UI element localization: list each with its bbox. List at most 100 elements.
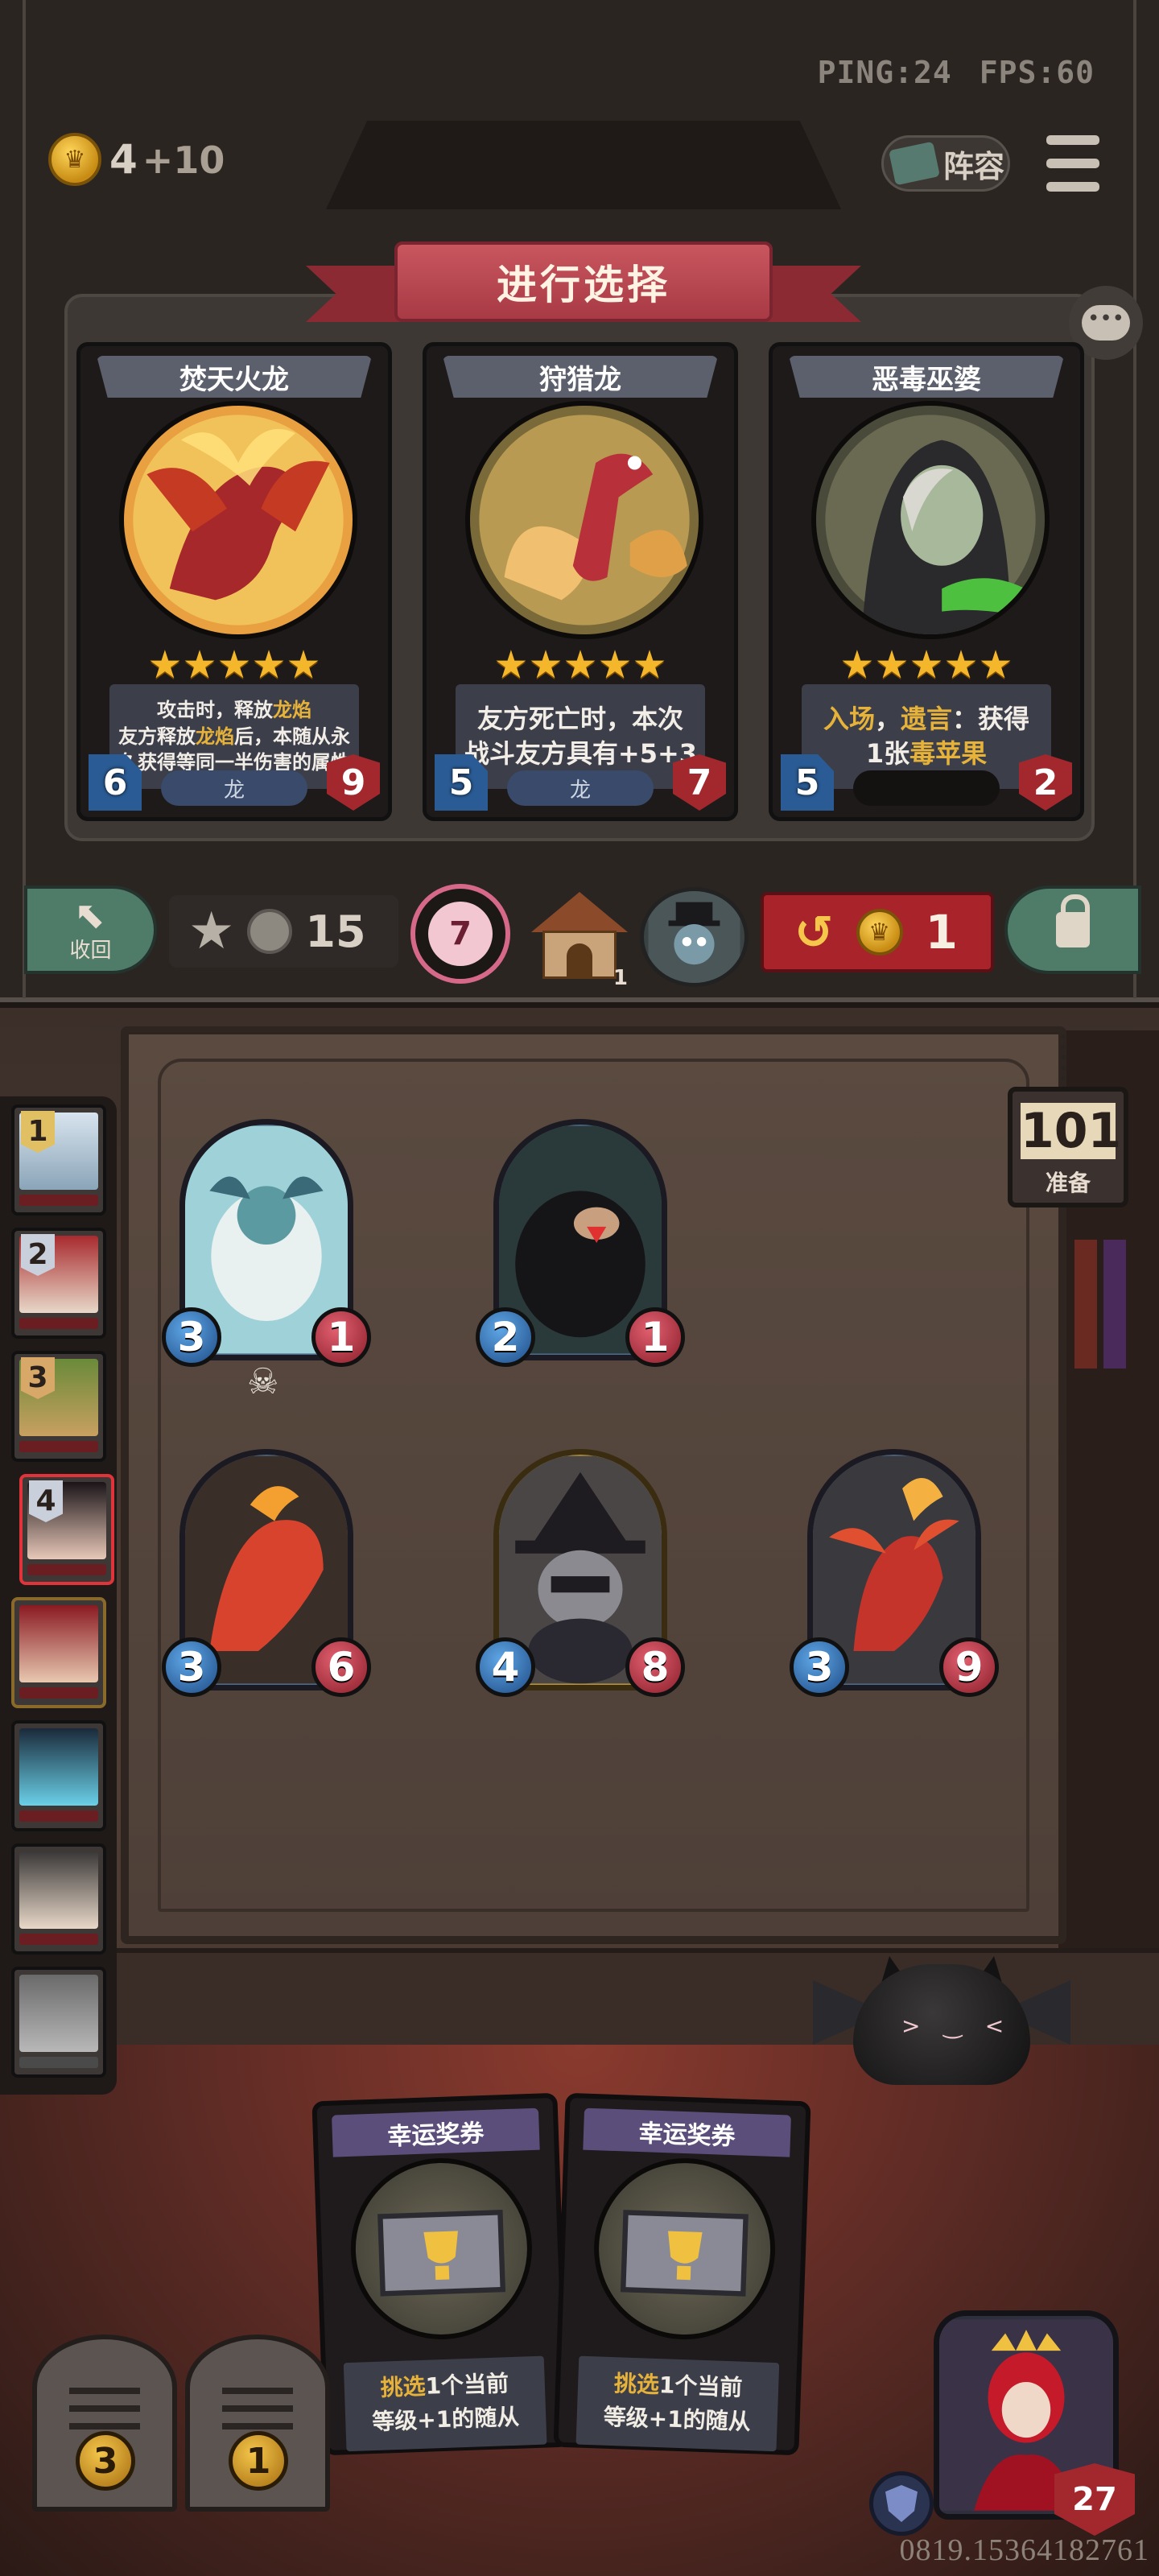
menu-line — [1046, 159, 1099, 168]
opponent-slot-6[interactable] — [11, 1720, 106, 1831]
desc-text: 友方释放 — [118, 724, 196, 748]
book-icon — [889, 141, 940, 186]
card-health: 7 — [673, 754, 726, 811]
chain-decor — [1061, 1034, 1075, 1091]
minion-raccoon-wizard-golden[interactable]: 4 8 — [476, 1449, 685, 1697]
opponent-health-bar — [19, 1934, 98, 1945]
hand-card-lucky-ticket[interactable]: 幸运奖券 挑选1个当前 等级+1的随从 — [311, 2092, 570, 2456]
choice-card-wicked-witch[interactable]: 恶毒巫婆 ★★★★★ 入场，遗言：获得 1张毒苹果 5 2 — [769, 342, 1084, 821]
recall-button[interactable]: ⬅ 收回 — [24, 886, 157, 974]
card-tribe — [853, 770, 1000, 806]
desc-text: 1张 — [865, 738, 910, 769]
house-button[interactable]: 1 — [531, 892, 628, 990]
minion-flame-dragon[interactable]: 3 9 — [790, 1449, 999, 1697]
upgrade-cost: 15 — [305, 906, 366, 957]
opponent-health-bar — [19, 1441, 98, 1452]
hand-card-text: 挑选1个当前 等级+1的随从 — [343, 2355, 547, 2452]
chest-slot — [222, 2388, 293, 2394]
round-timer: 101 准备 — [1008, 1087, 1128, 1208]
hero-power-button[interactable] — [640, 887, 749, 987]
opponent-slot-3[interactable]: 3 — [11, 1351, 106, 1462]
hunting-dragon-portrait — [465, 401, 703, 639]
hand-text-line: 1个当前 — [425, 2370, 509, 2400]
house-door-icon — [567, 943, 592, 979]
rank-badge: 1 — [21, 1111, 55, 1153]
hand-card-text: 挑选1个当前 等级+1的随从 — [575, 2355, 780, 2452]
opponent-slot-4[interactable]: 4 — [19, 1474, 114, 1585]
shop-header-tab — [326, 121, 841, 209]
desc-text: 友方死亡时，本次 — [476, 703, 683, 734]
choice-card-hunting-dragon[interactable]: 狩猎龙 ★★★★★ 友方死亡时，本次 战斗友方具有+5+3 龙 5 7 — [423, 342, 738, 821]
card-tribe: 龙 — [161, 770, 307, 806]
chest-left[interactable]: 3 — [32, 2334, 177, 2512]
opponent-slot-5[interactable] — [11, 1597, 106, 1708]
keyword-battlecry: 入场 — [823, 703, 875, 734]
keyword-pick: 挑选 — [613, 2370, 660, 2399]
card-name: 狩猎龙 — [443, 356, 718, 398]
pet-slime[interactable]: > ‿ < — [813, 1948, 1070, 2085]
refresh-cost: 1 — [925, 905, 958, 960]
minion-health: 1 — [625, 1307, 685, 1367]
opponent-slot-1[interactable]: 1 — [11, 1104, 106, 1216]
hand-card-title: 幸运奖券 — [583, 2107, 791, 2157]
book-decor — [1103, 1240, 1126, 1368]
menu-button[interactable] — [1046, 135, 1099, 192]
keyword-deathrattle: 遗言 — [901, 703, 953, 734]
hand-text-line: 等级+1的随从 — [371, 2403, 520, 2436]
tavern-upgrade-button[interactable]: ★ 15 — [169, 895, 398, 968]
rank-badge: 2 — [21, 1234, 55, 1276]
chat-icon — [1082, 305, 1130, 341]
gold-coin-icon: ♛ — [48, 133, 101, 186]
lock-shop-button[interactable] — [1004, 886, 1141, 974]
choice-banner: 进行选择 — [306, 242, 861, 330]
chest-right[interactable]: 1 — [185, 2334, 330, 2512]
silver-coin-icon — [247, 909, 293, 954]
lineup-label: 阵容 — [943, 148, 1005, 184]
hand-card-lucky-ticket[interactable]: 幸运奖券 挑选1个当前 等级+1的随从 — [553, 2092, 811, 2456]
tavern-tier-badge: 7 — [410, 884, 510, 984]
minion-health: 9 — [939, 1637, 999, 1697]
desc-text: ：获得 — [952, 703, 1030, 734]
arrow-icon: ⬅ — [64, 888, 118, 942]
hand-card-title: 幸运奖券 — [332, 2107, 540, 2157]
desc-text: 后，本随从永 — [234, 724, 350, 748]
choice-title: 进行选择 — [394, 242, 773, 322]
keyword-poison-apple: 毒苹果 — [909, 738, 988, 769]
card-attack: 5 — [781, 754, 834, 811]
card-stars: ★★★★★ — [839, 642, 1013, 687]
hand-text-line: 1个当前 — [658, 2372, 743, 2401]
lineup-button[interactable]: 阵容 — [881, 135, 1010, 192]
slime-face: > ‿ < — [901, 2013, 1013, 2039]
card-tribe: 龙 — [507, 770, 654, 806]
card-name: 恶毒巫婆 — [789, 356, 1064, 398]
menu-line — [1046, 135, 1099, 145]
ping-readout: PING:24 — [817, 55, 952, 90]
opponent-slot-2[interactable]: 2 — [11, 1228, 106, 1339]
player-health: 27 — [1054, 2463, 1135, 2536]
player-hero-portrait[interactable]: 27 — [934, 2294, 1135, 2536]
minion-red-dragon[interactable]: 3 6 — [162, 1449, 371, 1697]
card-stars: ★★★★★ — [493, 642, 667, 687]
opponent-avatar — [19, 1975, 98, 2052]
opponent-health-bar — [19, 2057, 98, 2068]
card-stars: ★★★★★ — [147, 642, 321, 687]
gold-coin-icon: ♛ — [856, 909, 903, 956]
keyword-dragonflame: 龙焰 — [196, 724, 234, 748]
timer-label: 准备 — [1045, 1170, 1091, 1196]
fps-readout: FPS:60 — [979, 55, 1095, 90]
desc-text: 战斗友方具有+5+3 — [463, 738, 698, 769]
card-health: 9 — [327, 754, 380, 811]
refresh-shop-button[interactable]: ↺ ♛ 1 — [761, 892, 994, 972]
choice-card-fire-dragon[interactable]: 焚天火龙 ★★★★★ 攻击时，释放龙焰 友方释放龙焰后，本随从永 久获得等同一半… — [76, 342, 392, 821]
minion-ice-beast[interactable]: 3 1 ☠ — [162, 1119, 371, 1402]
deathrattle-skull-icon: ☠ — [247, 1361, 279, 1402]
opponent-slot-7[interactable] — [11, 1843, 106, 1955]
opponent-health-bar — [19, 1810, 98, 1822]
opponent-slot-8-defeated[interactable] — [11, 1967, 106, 2078]
rank-badge: 3 — [21, 1357, 55, 1399]
minion-black-bear[interactable]: 2 1 — [476, 1119, 685, 1367]
shield-icon — [885, 2485, 918, 2522]
card-attack: 5 — [435, 754, 488, 811]
book-decor — [1074, 1240, 1097, 1368]
opponent-avatar — [19, 1728, 98, 1806]
